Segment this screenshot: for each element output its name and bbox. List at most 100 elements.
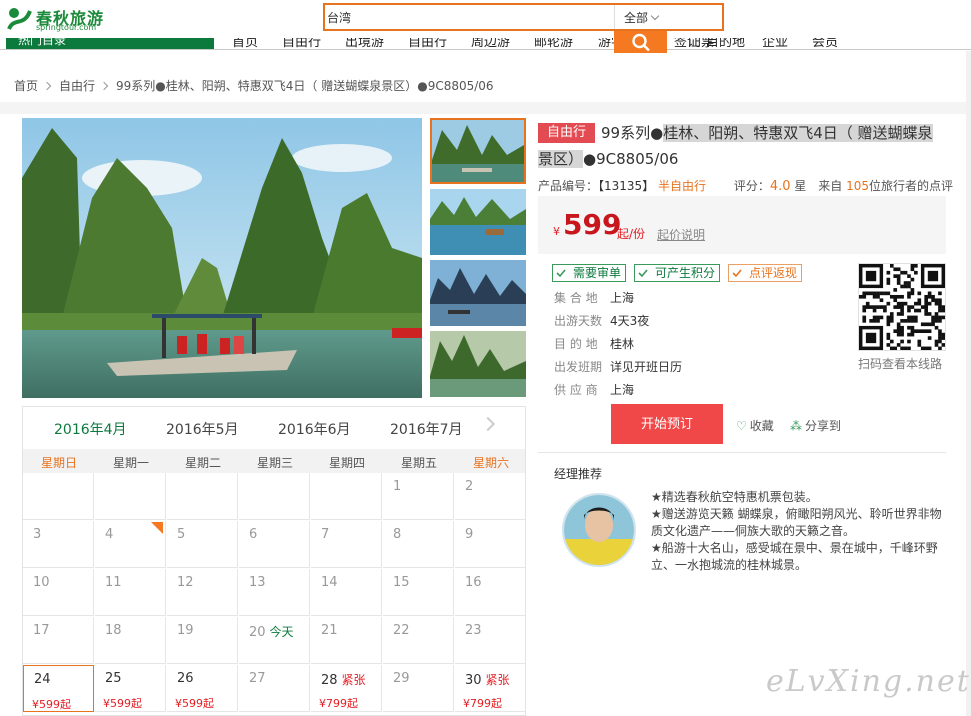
heart-icon: ♡	[736, 419, 747, 433]
calendar-day[interactable]: 28 紧张 ¥799起	[311, 665, 382, 712]
corner-flag-icon	[151, 522, 163, 534]
calendar-day[interactable]: 26 ¥599起	[167, 665, 238, 712]
calendar-day	[311, 473, 382, 520]
chevron-right-icon[interactable]	[480, 416, 496, 432]
calendar-day: 12	[167, 569, 238, 616]
day-number: 18	[105, 623, 122, 638]
price-unit: 起/份	[617, 227, 646, 241]
reviews-suffix: 位旅行者的点评	[869, 179, 954, 193]
section-divider	[538, 452, 946, 453]
tag-needs-review: 需要审单	[552, 264, 626, 282]
nav-item[interactable]: 首页	[232, 38, 258, 49]
nav-item[interactable]: 企业	[762, 38, 788, 49]
day-number: 8	[393, 527, 402, 542]
calendar-day[interactable]: 25 ¥599起	[95, 665, 166, 712]
day-number: 13	[249, 575, 266, 590]
product-subtype: 半自由行	[658, 179, 707, 193]
day-number: 28	[321, 673, 338, 688]
price-box: ¥ 599 起/份 起价说明	[538, 196, 946, 254]
thumbnail-image	[432, 120, 524, 182]
recommend-line: ★赠送游览天籁 蝴蝶泉，俯瞰阳朔风光、聆听世界非物质文化遗产——侗族大歌的天籁之…	[651, 507, 942, 538]
nav-category[interactable]: 热门目录	[6, 38, 214, 49]
search-scope-select[interactable]: 全部	[614, 5, 722, 29]
book-now-button[interactable]: 开始预订	[611, 404, 723, 444]
tab-month-jul[interactable]: 2016年7月	[390, 419, 463, 439]
day-number: 16	[465, 575, 482, 590]
tab-month-may[interactable]: 2016年5月	[166, 419, 239, 439]
calendar-day: 9	[455, 521, 525, 568]
calendar-day[interactable]: 30 紧张 ¥799起	[455, 665, 525, 712]
day-number: 19	[177, 623, 194, 638]
calendar-day: 29	[383, 665, 454, 712]
breadcrumb-home[interactable]: 首页	[14, 79, 38, 93]
availability-tag: 紧张	[485, 673, 510, 687]
calendar-day: 6	[239, 521, 310, 568]
calendar-day: 20 今天	[239, 617, 310, 664]
watermark: eLvXing.net	[766, 664, 971, 699]
main-nav: 热门目录 首页 自由行 出境游 自由行 周边游 邮轮游 游学 签证 门票 目的地…	[0, 38, 971, 50]
attr-row: 出游天数 4天3夜	[554, 314, 650, 328]
nav-item[interactable]: 邮轮游	[534, 38, 573, 49]
calendar-day[interactable]: 24 ¥599起	[23, 665, 94, 712]
price-value: 599	[563, 208, 622, 241]
reviewer-count[interactable]: 105	[846, 179, 869, 193]
tab-month-apr[interactable]: 2016年4月	[54, 419, 127, 439]
score-unit: 星	[794, 179, 807, 193]
day-number: 30	[465, 673, 482, 688]
manager-recommend-text: ★精选春秋航空特惠机票包装。 ★赠送游览天籁 蝴蝶泉，俯瞰阳朔风光、聆听世界非物…	[651, 489, 951, 574]
score-label: 评分：	[733, 179, 770, 193]
search-scope-label: 全部	[624, 11, 649, 25]
thumbnail[interactable]	[430, 260, 526, 326]
calendar-day	[239, 473, 310, 520]
day-number: 17	[33, 623, 50, 638]
site-logo[interactable]: 春秋旅游 springtour.com	[6, 3, 106, 33]
calendar-day: 1	[383, 473, 454, 520]
day-number: 27	[249, 671, 266, 686]
product-type-badge: 自由行	[538, 123, 596, 143]
calendar-day: 8	[383, 521, 454, 568]
calendar-day: 18	[95, 617, 166, 664]
day-header: 20 今天	[249, 623, 294, 640]
share-icon: ⁂	[790, 419, 802, 433]
day-number: 14	[321, 575, 338, 590]
thumbnail[interactable]	[430, 331, 526, 397]
weekday-label: 星期五	[400, 456, 437, 470]
check-icon	[638, 269, 648, 278]
nav-item[interactable]: 周边游	[471, 38, 510, 49]
nav-item[interactable]: 目的地	[706, 38, 745, 49]
score-value: 4.0	[769, 179, 791, 194]
search-icon	[632, 33, 650, 52]
thumbnail-image	[430, 260, 526, 326]
calendar-day: 23	[455, 617, 525, 664]
thumbnail[interactable]	[430, 118, 526, 184]
breadcrumb-category[interactable]: 自由行	[59, 79, 95, 93]
calendar-day: 19	[167, 617, 238, 664]
share-button[interactable]: ⁂ 分享到	[790, 417, 841, 434]
thumbnail[interactable]	[430, 189, 526, 255]
day-number: 21	[321, 623, 338, 638]
thumbnail-image	[430, 189, 526, 255]
nav-item[interactable]: 出境游	[345, 38, 384, 49]
title-suffix: ●9C8805/06	[583, 150, 679, 168]
nav-item[interactable]: 会员	[812, 38, 838, 49]
nav-item[interactable]: 自由行	[282, 38, 321, 49]
calendar-day: 15	[383, 569, 454, 616]
day-price: ¥599起	[32, 698, 71, 711]
qr-code	[858, 263, 946, 351]
qr-code-icon	[859, 264, 946, 351]
nav-item[interactable]: 自由行	[408, 38, 447, 49]
photo-thumbnails	[430, 118, 526, 398]
favorite-button[interactable]: ♡ 收藏	[736, 417, 774, 434]
recommend-line: ★精选春秋航空特惠机票包装。	[651, 490, 818, 504]
tab-month-jun[interactable]: 2016年6月	[278, 419, 351, 439]
search-button[interactable]	[614, 31, 667, 53]
search-input[interactable]	[327, 7, 611, 27]
manager-avatar	[562, 493, 636, 567]
product-main-photo[interactable]	[22, 118, 422, 398]
day-number: 1	[393, 479, 402, 494]
day-number: 29	[393, 671, 410, 686]
reviews-from-label: 来自	[818, 179, 843, 193]
title-prefix: 99系列●	[601, 124, 664, 142]
price-explain-link[interactable]: 起价说明	[657, 226, 705, 243]
calendar-day: 7	[311, 521, 382, 568]
